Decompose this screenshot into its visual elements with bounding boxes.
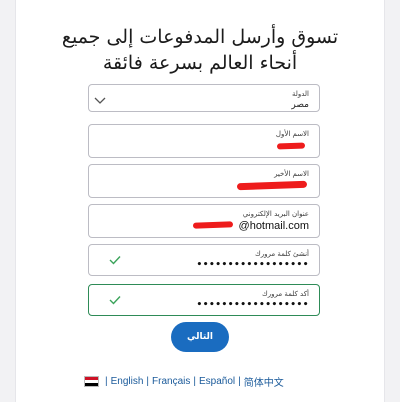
separator: | (105, 376, 108, 387)
separator: | (193, 376, 196, 387)
language-selector: | English | Français | Español | 简体中文 (84, 374, 284, 389)
country-value: مصر (291, 100, 309, 110)
egypt-flag-icon (84, 376, 99, 387)
password-field[interactable]: أنشئ كلمة مرورك •••••••••••••••••• (88, 244, 320, 276)
email-value: @hotmail.com (238, 220, 309, 232)
language-link-english[interactable]: English (111, 376, 144, 387)
country-select[interactable]: الدولة مصر (88, 84, 320, 112)
confirm-password-value: •••••••••••••••••• (196, 300, 309, 310)
confirm-password-label: أكد كلمة مرورك (262, 290, 309, 298)
last-name-label: الاسم الأخير (274, 170, 309, 178)
first-name-field[interactable]: الاسم الأول (88, 124, 320, 158)
separator: | (238, 376, 241, 387)
language-link-spanish[interactable]: Español (199, 376, 235, 387)
email-field[interactable]: عنوان البريد الإلكتروني @hotmail.com (88, 204, 320, 238)
confirm-password-field[interactable]: أكد كلمة مرورك •••••••••••••••••• (88, 284, 320, 316)
first-name-label: الاسم الأول (275, 130, 309, 138)
password-label: أنشئ كلمة مرورك (254, 250, 309, 258)
separator: | (146, 376, 150, 387)
page-title: تسوق وأرسل المدفوعات إلى جميع أنحاء العا… (61, 26, 339, 74)
country-label: الدولة (291, 90, 309, 98)
email-label: عنوان البريد الإلكتروني (242, 210, 309, 218)
check-icon (109, 296, 121, 305)
email-redaction (192, 221, 234, 229)
password-value: •••••••••••••••••• (196, 260, 309, 270)
last-name-redaction (236, 180, 308, 191)
first-name-redaction (276, 142, 306, 150)
language-link-chinese[interactable]: 简体中文 (244, 374, 284, 389)
next-button[interactable]: التالي (171, 322, 229, 352)
chevron-down-icon (94, 97, 106, 104)
language-link-french[interactable]: Français (152, 376, 190, 387)
last-name-field[interactable]: الاسم الأخير (88, 164, 320, 198)
check-icon (109, 256, 121, 265)
